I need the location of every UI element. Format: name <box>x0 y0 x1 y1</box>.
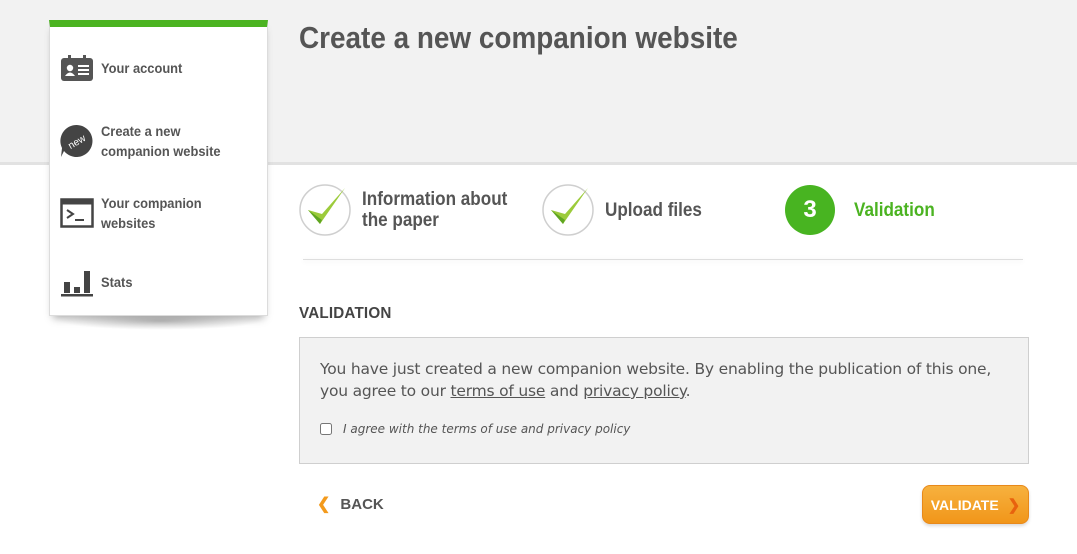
check-circle-icon <box>299 184 351 236</box>
bar-chart-icon <box>60 265 94 299</box>
validation-box: You have just created a new companion we… <box>299 337 1029 464</box>
sidebar-item-label: Stats <box>101 274 133 290</box>
step-label: Upload files <box>605 199 702 221</box>
step-label: Information about the paper <box>362 189 508 231</box>
validation-text: You have just created a new companion we… <box>320 360 992 400</box>
new-badge-icon: new <box>60 124 94 158</box>
back-label: BACK <box>340 495 384 513</box>
step-number: 3 <box>785 185 835 235</box>
step-validation: 3 Validation <box>785 185 944 235</box>
steps-divider <box>303 259 1023 260</box>
sidebar-item-your-account[interactable]: Your account <box>60 51 189 85</box>
step-label: Validation <box>854 199 935 221</box>
validate-label: VALIDATE <box>930 496 999 513</box>
sidebar: Your account new Create a new companion … <box>49 20 268 316</box>
sidebar-item-create-companion-website[interactable]: new Create a new companion website <box>60 121 250 161</box>
check-circle-icon <box>542 184 594 236</box>
agree-label: I agree with the terms of use and privac… <box>343 422 631 436</box>
agree-checkbox[interactable] <box>320 423 332 435</box>
step-information: Information about the paper <box>298 183 552 237</box>
sidebar-item-label: Your account <box>101 60 183 76</box>
agree-row: I agree with the terms of use and privac… <box>320 422 630 436</box>
sidebar-item-label: Create a new companion website <box>101 123 221 159</box>
chevron-left-icon: ❮ <box>317 496 331 513</box>
privacy-policy-link[interactable]: privacy policy <box>583 382 686 400</box>
sidebar-item-companion-websites[interactable]: Your companion websites <box>60 193 250 233</box>
terminal-window-icon <box>60 196 94 230</box>
chevron-right-icon: ❯ <box>1007 496 1021 514</box>
step-upload: Upload files <box>541 183 713 237</box>
sidebar-item-stats[interactable]: Stats <box>60 265 135 299</box>
validate-button[interactable]: VALIDATE ❯ <box>922 485 1029 524</box>
terms-of-use-link[interactable]: terms of use <box>450 382 545 400</box>
section-heading: VALIDATION <box>299 305 392 322</box>
sidebar-item-label: Your companion websites <box>101 195 202 231</box>
id-card-icon <box>60 51 94 85</box>
page-title: Create a new companion website <box>299 20 738 55</box>
back-button[interactable]: ❮ BACK <box>317 494 384 514</box>
